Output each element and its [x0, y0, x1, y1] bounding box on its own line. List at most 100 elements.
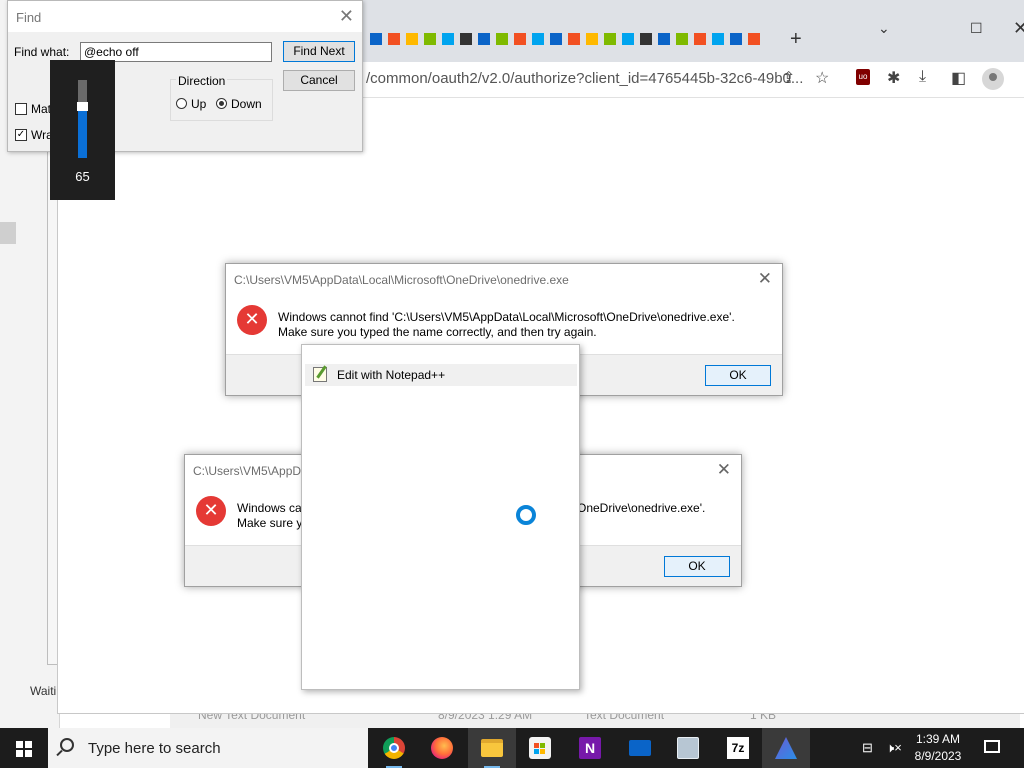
- search-icon: [60, 738, 74, 752]
- tab-favicon[interactable]: [478, 33, 490, 45]
- find-what-input[interactable]: [80, 42, 272, 62]
- chrome-icon: [383, 737, 405, 759]
- ok-button[interactable]: OK: [664, 556, 730, 577]
- folder-icon: [481, 739, 503, 757]
- side-panel-icon[interactable]: ◧: [951, 68, 966, 88]
- tab-favicon[interactable]: [370, 33, 382, 45]
- tab-favicon[interactable]: [622, 33, 634, 45]
- mail-icon: [629, 740, 651, 756]
- volume-muted-icon[interactable]: 🕨×: [886, 740, 902, 756]
- loading-spinner-icon: [516, 505, 536, 525]
- address-bar[interactable]: /common/oauth2/v2.0/authorize?client_id=…: [366, 70, 803, 87]
- clock-date[interactable]: 8/9/2023: [912, 749, 964, 763]
- tab-favicon[interactable]: [748, 33, 760, 45]
- taskbar-firefox[interactable]: [418, 728, 466, 768]
- context-menu: Edit with Notepad++: [301, 344, 580, 690]
- tab-favicon[interactable]: [388, 33, 400, 45]
- close-icon[interactable]: ✕: [717, 460, 731, 480]
- error-message-line1-start: Windows ca: [237, 501, 302, 515]
- taskbar-file-explorer[interactable]: [468, 728, 516, 768]
- tab-favicon[interactable]: [676, 33, 688, 45]
- volume-value: 65: [75, 169, 90, 184]
- tab-favicon[interactable]: [514, 33, 526, 45]
- close-icon[interactable]: ✕: [1013, 18, 1024, 39]
- tab-favicon[interactable]: [496, 33, 508, 45]
- ai-app-icon: [775, 737, 797, 759]
- cancel-button[interactable]: Cancel: [283, 70, 355, 91]
- tab-favicon[interactable]: [640, 33, 652, 45]
- error-icon: ✕: [237, 305, 267, 335]
- taskbar-chrome[interactable]: [370, 728, 418, 768]
- download-icon[interactable]: ⤓: [919, 68, 926, 86]
- error-message-line2: Make sure y: [237, 516, 303, 530]
- match-case-checkbox[interactable]: [15, 103, 27, 115]
- find-what-label: Find what:: [14, 45, 70, 59]
- ok-button[interactable]: OK: [705, 365, 771, 386]
- taskbar-ai-app[interactable]: [762, 728, 810, 768]
- menu-item-label: Edit with Notepad++: [337, 368, 446, 382]
- error-message-line1: Windows cannot find 'C:\Users\VM5\AppDat…: [278, 310, 735, 324]
- chevron-down-icon[interactable]: ⌄: [878, 20, 890, 37]
- network-icon[interactable]: ⊟: [862, 740, 873, 756]
- find-titlebar: Find ✕: [8, 1, 362, 32]
- close-icon[interactable]: ✕: [758, 269, 772, 289]
- background-window-edge: [47, 150, 57, 665]
- error-dialog-title: C:\Users\VM5\AppD: [193, 464, 302, 478]
- explorer-status-text: Waiti: [30, 684, 57, 698]
- notification-icon[interactable]: [984, 740, 1000, 753]
- tab-favicon[interactable]: [730, 33, 742, 45]
- star-icon[interactable]: ☆: [815, 68, 829, 88]
- error-message-line1-end: OneDrive\onedrive.exe'.: [577, 501, 706, 515]
- firefox-icon: [431, 737, 453, 759]
- tab-favicon[interactable]: [406, 33, 418, 45]
- error-dialog-title: C:\Users\VM5\AppData\Local\Microsoft\One…: [234, 273, 569, 287]
- volume-overlay: 65: [50, 60, 115, 200]
- menu-item-edit-with-notepad[interactable]: Edit with Notepad++: [305, 364, 577, 386]
- notepad-plus-plus-icon: [313, 367, 327, 382]
- direction-down-radio[interactable]: [216, 98, 227, 109]
- taskbar-mail[interactable]: [616, 728, 664, 768]
- extensions-icon[interactable]: ✱: [887, 68, 900, 88]
- ublock-icon[interactable]: uo: [856, 69, 870, 85]
- taskbar-onenote[interactable]: N: [566, 728, 614, 768]
- taskbar: Type here to search N 7z ⊟ 🕨× 1:39 AM 8/…: [0, 728, 1024, 768]
- tab-favicon[interactable]: [424, 33, 436, 45]
- tab-favicon[interactable]: [658, 33, 670, 45]
- taskbar-search-box[interactable]: Type here to search: [48, 728, 368, 768]
- profile-avatar[interactable]: [982, 68, 1004, 90]
- volume-slider[interactable]: [77, 80, 88, 158]
- tab-favicon[interactable]: [460, 33, 472, 45]
- tab-favicon[interactable]: [604, 33, 616, 45]
- store-icon: [529, 737, 551, 759]
- start-button[interactable]: [0, 728, 48, 768]
- 7zip-icon: 7z: [727, 737, 749, 759]
- volume-thumb[interactable]: [77, 102, 88, 111]
- explorer-sidebar-selection: [0, 222, 16, 244]
- volume-level-fill: [78, 107, 87, 158]
- tab-favicon[interactable]: [712, 33, 724, 45]
- find-dialog-title: Find: [16, 10, 42, 25]
- tab-favicon[interactable]: [442, 33, 454, 45]
- taskbar-7zip[interactable]: 7z: [714, 728, 762, 768]
- error-icon: ✕: [196, 496, 226, 526]
- taskbar-network-app[interactable]: [664, 728, 712, 768]
- taskbar-store[interactable]: [516, 728, 564, 768]
- tab-favicon[interactable]: [694, 33, 706, 45]
- find-next-button[interactable]: Find Next: [283, 41, 355, 62]
- clock-time[interactable]: 1:39 AM: [912, 732, 964, 746]
- windows-logo-icon: [16, 741, 32, 757]
- onenote-icon: N: [579, 737, 601, 759]
- maximize-icon[interactable]: ☐: [970, 20, 983, 37]
- tab-favicon[interactable]: [586, 33, 598, 45]
- direction-down-label: Down: [231, 97, 262, 111]
- close-icon[interactable]: ✕: [339, 6, 354, 27]
- search-placeholder: Type here to search: [88, 740, 221, 757]
- wrap-around-checkbox[interactable]: ✓: [15, 129, 27, 141]
- tab-favicon[interactable]: [550, 33, 562, 45]
- direction-up-radio[interactable]: [176, 98, 187, 109]
- tab-favicon[interactable]: [568, 33, 580, 45]
- plus-icon[interactable]: +: [790, 28, 802, 51]
- share-icon[interactable]: ⇪: [782, 68, 795, 88]
- error-message-line2: Make sure you typed the name correctly, …: [278, 325, 597, 339]
- tab-favicon[interactable]: [532, 33, 544, 45]
